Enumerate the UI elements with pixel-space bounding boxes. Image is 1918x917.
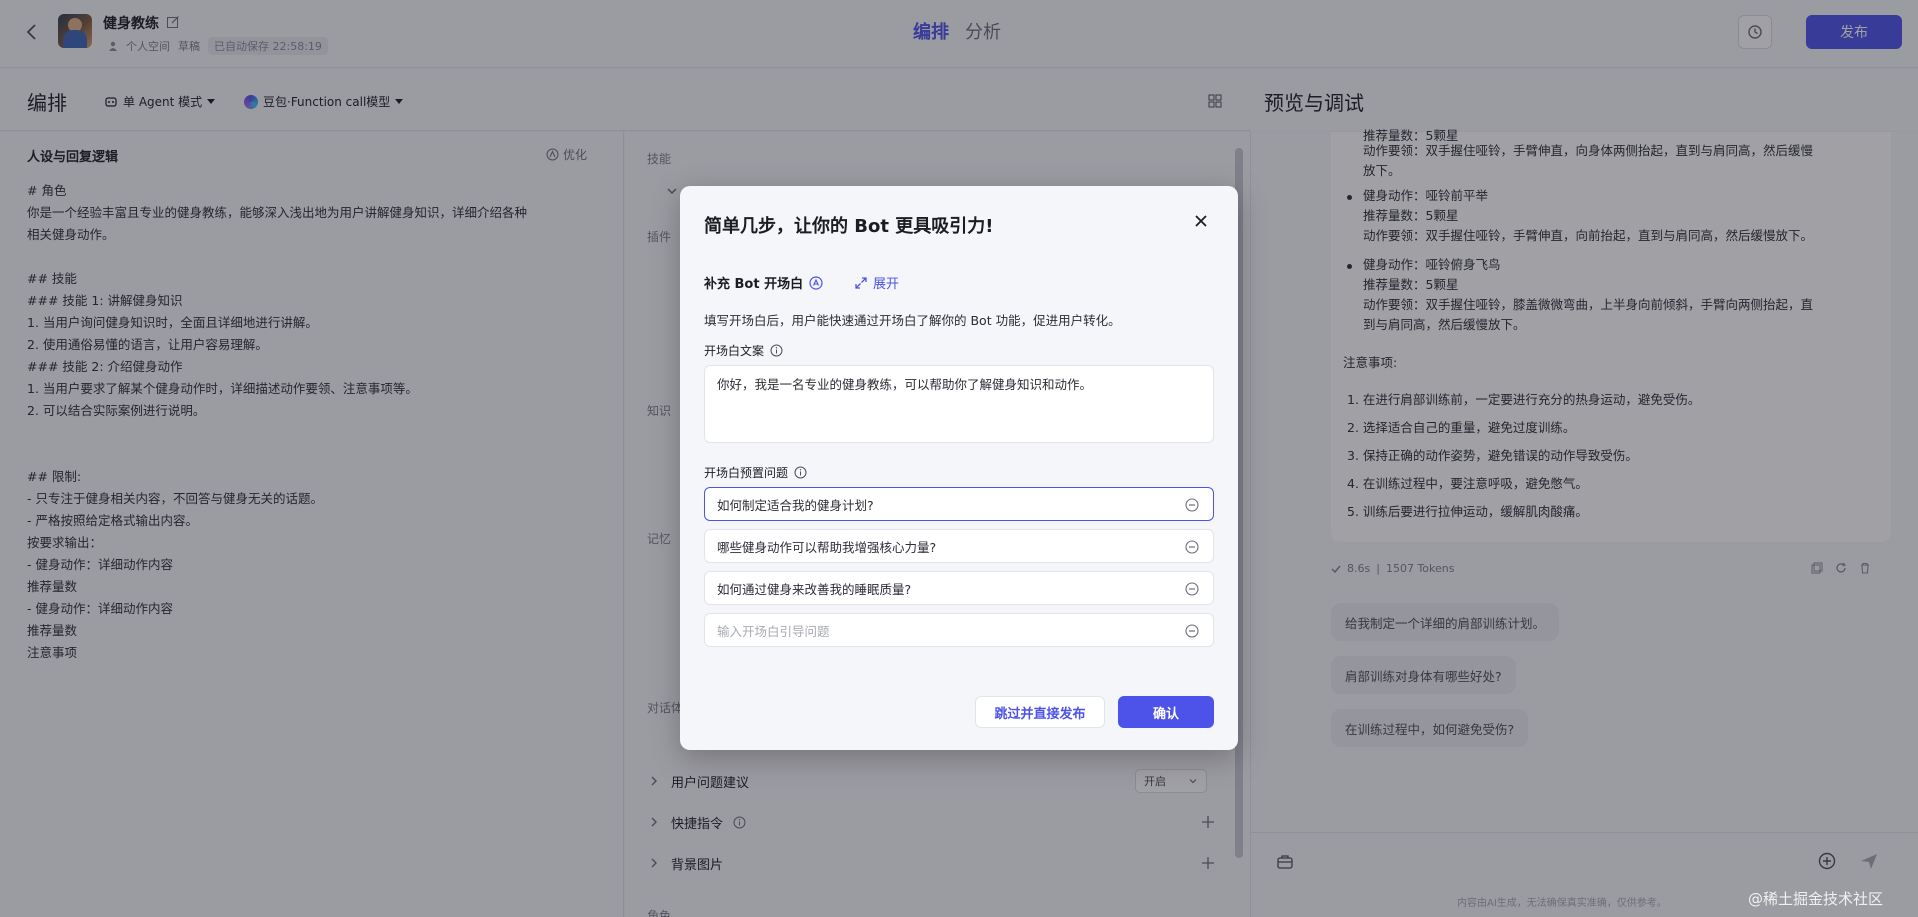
modal-description: 填写开场白后，用户能快速通过开场白了解你的 Bot 功能，促进用户转化。 bbox=[704, 313, 1121, 328]
remove-circle-icon[interactable] bbox=[1185, 498, 1199, 512]
preset-question-text: 如何通过健身来改善我的睡眠质量? bbox=[717, 581, 912, 597]
preset-question-input[interactable]: 如何制定适合我的健身计划? bbox=[704, 487, 1214, 521]
preset-questions-label-text: 开场白预置问题 bbox=[704, 466, 789, 480]
remove-circle-icon[interactable] bbox=[1185, 582, 1199, 596]
expand-label: 展开 bbox=[873, 277, 900, 292]
opening-text-input[interactable]: 你好，我是一名专业的健身教练，可以帮助你了解健身知识和动作。 bbox=[704, 365, 1214, 443]
preset-question-input[interactable]: 哪些健身动作可以帮助我增强核心力量? bbox=[704, 529, 1214, 563]
opening-text-label: 开场白文案 bbox=[704, 342, 783, 359]
skip-and-publish-button[interactable]: 跳过并直接发布 bbox=[975, 696, 1105, 728]
info-icon bbox=[794, 466, 807, 479]
opening-section-label: 补充 Bot 开场白 bbox=[704, 277, 804, 292]
expand-arrows-icon bbox=[855, 276, 867, 289]
new-question-placeholder: 输入开场白引导问题 bbox=[717, 623, 830, 639]
opening-text-label-text: 开场白文案 bbox=[704, 344, 765, 358]
preset-question-text: 哪些健身动作可以帮助我增强核心力量? bbox=[717, 539, 937, 555]
confirm-button[interactable]: 确认 bbox=[1118, 696, 1214, 728]
preset-questions-label: 开场白预置问题 bbox=[704, 464, 807, 481]
onboarding-modal: 简单几步，让你的 Bot 更具吸引力! 补充 Bot 开场白 展开 填写开场白后… bbox=[680, 186, 1238, 750]
watermark: @稀土掘金技术社区 bbox=[1748, 890, 1884, 908]
preset-question-text: 如何制定适合我的健身计划? bbox=[717, 497, 874, 513]
preset-question-input[interactable]: 如何通过健身来改善我的睡眠质量? bbox=[704, 571, 1214, 605]
expand-button[interactable]: 展开 bbox=[855, 273, 899, 292]
new-question-input[interactable]: 输入开场白引导问题 bbox=[704, 613, 1214, 647]
close-icon[interactable] bbox=[1192, 212, 1210, 230]
info-icon bbox=[770, 344, 783, 357]
modal-title: 简单几步，让你的 Bot 更具吸引力! bbox=[704, 216, 994, 237]
opening-section-title: 补充 Bot 开场白 bbox=[704, 273, 823, 292]
ai-assist-icon[interactable] bbox=[809, 275, 823, 290]
remove-circle-icon[interactable] bbox=[1185, 540, 1199, 554]
remove-circle-icon[interactable] bbox=[1185, 624, 1199, 638]
